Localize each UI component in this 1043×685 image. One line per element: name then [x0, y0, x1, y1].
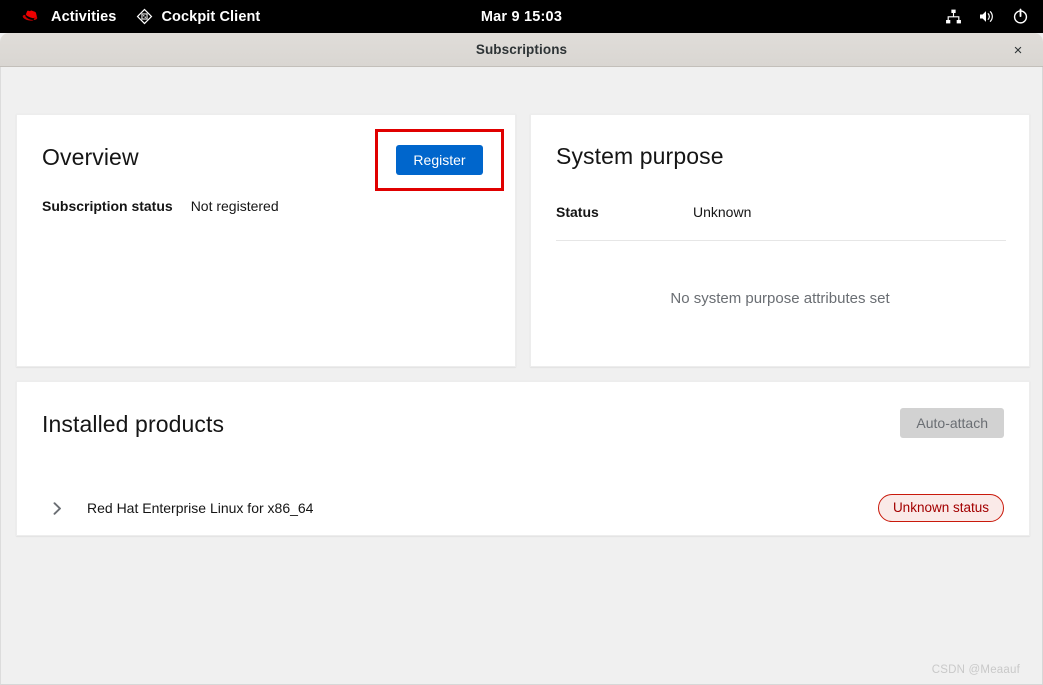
cockpit-logo-icon — [136, 8, 153, 25]
clock-label[interactable]: Mar 9 15:03 — [481, 9, 562, 25]
system-purpose-status-value: Unknown — [693, 204, 752, 220]
status-badge[interactable]: Unknown status — [877, 493, 1004, 523]
window-titlebar: Subscriptions × — [0, 33, 1043, 67]
top-bar-left: Activities Cockpit Client — [0, 4, 270, 29]
activities-button[interactable]: Activities — [12, 5, 126, 29]
register-highlight-box: Register — [375, 129, 504, 191]
auto-attach-button[interactable]: Auto-attach — [900, 408, 1004, 438]
volume-icon[interactable] — [978, 8, 996, 25]
divider — [556, 240, 1006, 241]
app-menu-label: Cockpit Client — [161, 8, 261, 25]
subscriptions-window: Subscriptions × Overview Subscription st… — [0, 33, 1043, 685]
subscription-status-label: Subscription status — [42, 198, 173, 214]
system-purpose-card: System purpose Status Unknown No system … — [530, 114, 1030, 367]
overview-card: Overview Subscription status Not registe… — [16, 114, 516, 367]
installed-products-title: Installed products — [42, 411, 225, 437]
table-row[interactable]: Red Hat Enterprise Linux for x86_64 Unkn… — [17, 486, 1029, 530]
subscription-status-row: Subscription status Not registered — [42, 198, 279, 214]
page-content: Overview Subscription status Not registe… — [0, 67, 1043, 685]
product-name: Red Hat Enterprise Linux for x86_64 — [87, 500, 314, 516]
top-card-row: Overview Subscription status Not registe… — [16, 114, 1030, 367]
app-menu-button[interactable]: Cockpit Client — [126, 4, 270, 29]
window-title: Subscriptions — [475, 42, 568, 57]
subscription-status-value: Not registered — [190, 198, 279, 214]
overview-title: Overview — [42, 144, 139, 170]
system-purpose-status-label: Status — [556, 204, 599, 220]
watermark: CSDN @Meaauf — [931, 664, 1020, 676]
network-icon[interactable] — [945, 8, 962, 25]
system-tray — [945, 8, 1043, 25]
system-purpose-status-row: Status Unknown — [556, 204, 1006, 220]
installed-products-card: Installed products Auto-attach Red Hat E… — [16, 381, 1030, 536]
system-purpose-title: System purpose — [556, 143, 724, 169]
red-hat-logo-icon — [22, 9, 43, 25]
power-icon[interactable] — [1012, 8, 1029, 25]
activities-label: Activities — [51, 8, 117, 25]
chevron-right-icon[interactable] — [49, 500, 65, 516]
register-button[interactable]: Register — [396, 145, 483, 175]
close-icon[interactable]: × — [1005, 33, 1031, 67]
gnome-top-bar: Activities Cockpit Client Mar 9 15:03 — [0, 0, 1043, 33]
system-purpose-empty-state: No system purpose attributes set — [670, 290, 890, 307]
